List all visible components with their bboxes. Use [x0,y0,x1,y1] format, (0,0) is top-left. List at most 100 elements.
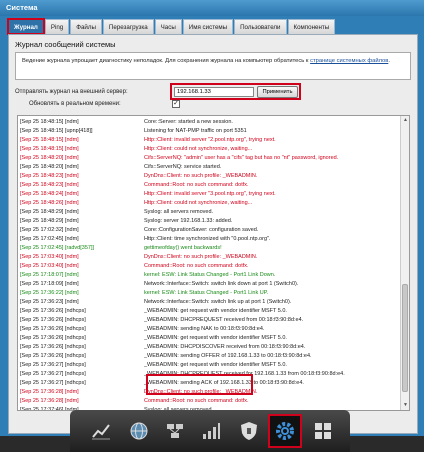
highlight-syslog-rows [146,374,253,395]
log-message: Core::ConfigurationSaver: configuration … [144,227,259,233]
log-message: kernel: ESW: Link Status Changed - Port1… [144,290,269,296]
log-row: [Sep 25 18:48:20] [ndm] Cifs::ServerNQ: s… [18,163,401,172]
log-message: Http::Client: time synchronized with "0.… [144,236,271,242]
tab-files[interactable]: Файлы [70,19,102,34]
log-message: Network::Interface::Switch: switch link … [144,281,299,287]
log-timestamp: [Sep 25 18:48:20] [ndm] [20,155,79,161]
log-timestamp: [Sep 25 17:02:45] [radvd[357]] [20,245,95,251]
tab-journal[interactable]: Журнал [7,18,45,35]
log-row: [Sep 25 18:48:23] [ndm] Command::Root: no… [18,181,401,190]
log-message: _WEBADMIN: get request with vendor ident… [144,308,287,314]
log-timestamp: [Sep 25 17:36:26] [ndhcps] [20,308,86,314]
log-timestamp: [Sep 25 17:36:26] [ndhcps] [20,335,86,341]
log-row: [Sep 25 17:36:23] [ndm] Network::Interfac… [18,298,401,307]
gear-icon[interactable] [268,414,302,448]
log-message: Http::Client: invalid server "2.pool.ntp… [144,137,276,143]
log-row: [Sep 25 18:48:24] [ndm] Http::Client: inv… [18,190,401,199]
log-timestamp: [Sep 25 18:48:26] [ndm] [20,200,79,206]
log-scrollbar[interactable]: ▲ ▼ [400,116,409,410]
log-message: DynDns::Client: no such profile: _WEBADM… [144,173,258,179]
log-message: Http::Client: invalid server "3.pool.ntp… [144,191,276,197]
network-icon[interactable] [160,416,190,446]
log-timestamp: [Sep 25 17:36:23] [ndm] [20,299,79,305]
log-message: Cifs::ServerNQ: "admin" user has a "cifs… [144,155,339,161]
log-row: [Sep 25 18:48:15] [ndm] Http::Client: cou… [18,145,401,154]
info-text: Ведение журнала упрощает диагностику неп… [22,58,309,64]
highlight-remote-server [170,83,301,100]
log-message: gettimeofday() went backwards! [144,245,222,251]
realtime-label: Обновлять в реальном времени: [29,101,121,107]
tab-components[interactable]: Компоненты [287,19,336,34]
system-files-link[interactable]: странице системных файлов [310,58,388,64]
log-row: [Sep 25 18:48:29] [ndm] Syslog: server 19… [18,217,401,226]
log-timestamp: [Sep 25 17:36:22] [ndm] [20,290,79,296]
tab-reboot[interactable]: Перезагрузка [102,19,154,34]
scroll-down-arrow-icon[interactable]: ▼ [402,402,409,409]
log-timestamp: [Sep 25 18:48:23] [ndm] [20,173,79,179]
tab-clock[interactable]: Часы [154,19,182,34]
log-timestamp: [Sep 25 17:36:26] [ndhcps] [20,353,86,359]
log-row: [Sep 25 17:36:26] [ndhcps] _WEBADMIN: sen… [18,352,401,361]
log-timestamp: [Sep 25 18:48:29] [ndm] [20,218,79,224]
tab-users[interactable]: Пользователи [234,19,287,34]
journal-panel: Журнал сообщений системы Ведение журнала… [8,34,418,434]
log-timestamp: [Sep 25 17:36:26] [ndhcps] [20,344,86,350]
log-row: [Sep 25 17:02:45] [radvd[357]] gettimeofd… [18,244,401,253]
log-timestamp: [Sep 25 18:48:24] [ndm] [20,191,79,197]
grid-icon[interactable] [308,416,338,446]
log-message: _WEBADMIN: sending NAK to 00:18:f3:90:8d… [144,326,265,332]
panel-title: Журнал сообщений системы [15,40,116,49]
tab-ping[interactable]: Ping [44,19,70,34]
log-message: Core::Server: started a new session. [144,119,233,125]
log-row: [Sep 25 18:48:15] [ndm] Core::Server: sta… [18,118,401,127]
scroll-up-arrow-icon[interactable]: ▲ [402,117,409,124]
log-timestamp: [Sep 25 18:48:15] [upnp[418]] [20,128,93,134]
tab-system-name[interactable]: Имя системы [182,19,234,34]
log-timestamp: [Sep 25 17:02:32] [ndm] [20,227,79,233]
log-timestamp: [Sep 25 17:36:28] [ndm] [20,389,79,395]
log-timestamp: [Sep 25 17:36:28] [ndm] [20,398,79,404]
log-message: kernel: ESW: Link Status Changed - Port1… [144,272,276,278]
log-rows: [Sep 25 18:48:15] [ndm] Core::Server: sta… [18,118,401,410]
scroll-thumb[interactable] [402,284,408,392]
log-row: [Sep 25 18:48:26] [ndm] Http::Client: cou… [18,199,401,208]
log-message: Command::Root: no such command: dotfx. [144,263,249,269]
info-box: Ведение журнала упрощает диагностику неп… [15,52,411,80]
log-row: [Sep 25 18:48:15] [upnp[418]] Listening f… [18,127,401,136]
log-message: Cifs::ServerNQ: service started. [144,164,222,170]
log-row: [Sep 25 17:36:26] [ndhcps] _WEBADMIN: DHC… [18,316,401,325]
log-row: [Sep 25 17:36:26] [ndhcps] _WEBADMIN: DHC… [18,343,401,352]
log-row: [Sep 25 18:48:15] [ndm] Http::Client: inv… [18,136,401,145]
tab-bar: Журнал Ping Файлы Перезагрузка Часы Имя … [7,18,418,35]
log-timestamp: [Sep 25 18:48:29] [ndm] [20,209,79,215]
globe-icon[interactable] [124,416,154,446]
log-message: Http::Client: could not synchronize, wai… [144,146,253,152]
log-message: Syslog: all servers removed. [144,209,214,215]
log-timestamp: [Sep 25 18:48:15] [ndm] [20,146,79,152]
log-row: [Sep 25 17:36:27] [ndhcps] _WEBADMIN: get… [18,361,401,370]
signal-icon[interactable] [196,416,226,446]
log-row: [Sep 25 18:48:23] [ndm] DynDns::Client: n… [18,172,401,181]
log-row: [Sep 25 17:36:26] [ndhcps] _WEBADMIN: sen… [18,325,401,334]
log-timestamp: [Sep 25 17:18:07] [ndm] [20,272,79,278]
log-view[interactable]: [Sep 25 18:48:15] [ndm] Core::Server: sta… [17,115,410,411]
log-row: [Sep 25 18:48:29] [ndm] Syslog: all serve… [18,208,401,217]
chart-icon[interactable] [86,416,116,446]
log-timestamp: [Sep 25 17:36:26] [ndhcps] [20,326,86,332]
log-timestamp: [Sep 25 18:48:23] [ndm] [20,182,79,188]
log-message: _WEBADMIN: get request with vendor ident… [144,362,287,368]
remote-server-label: Отправлять журнал на внешний сервер: [15,89,128,95]
log-message: _WEBADMIN: sending OFFER of 192.168.1.33… [144,353,312,359]
log-message: Command::Root: no such command: dotfx. [144,182,249,188]
log-row: [Sep 25 17:36:26] [ndhcps] _WEBADMIN: get… [18,334,401,343]
info-tail: . [388,58,390,64]
log-row: [Sep 25 17:36:28] [ndm] Command::Root: no… [18,397,401,406]
log-timestamp: [Sep 25 17:36:27] [ndhcps] [20,380,86,386]
log-timestamp: [Sep 25 17:18:09] [ndm] [20,281,79,287]
log-message: Syslog: server 192.168.1.33: added. [144,218,233,224]
realtime-checkbox[interactable]: ✓ [172,100,180,108]
log-message: _WEBADMIN: get request with vendor ident… [144,335,287,341]
log-row: [Sep 25 17:03:40] [ndm] DynDns::Client: n… [18,253,401,262]
shield-icon[interactable] [234,416,264,446]
log-message: DynDns::Client: no such profile: _WEBADM… [144,254,258,260]
